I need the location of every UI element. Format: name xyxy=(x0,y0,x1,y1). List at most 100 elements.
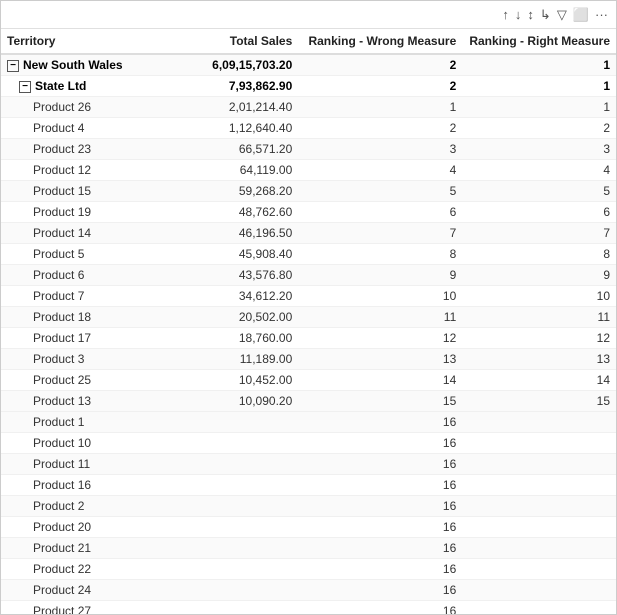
header-territory[interactable]: Territory xyxy=(1,29,165,54)
table-row: Product 18 20,502.00 11 11 xyxy=(1,307,616,328)
rank-right-cell xyxy=(462,517,616,538)
rank-right-cell: 13 xyxy=(462,349,616,370)
rank-right-cell: 14 xyxy=(462,370,616,391)
sales-cell: 48,762.60 xyxy=(165,202,298,223)
sales-cell xyxy=(165,412,298,433)
table-row: Product 19 48,762.60 6 6 xyxy=(1,202,616,223)
rank-wrong-cell: 16 xyxy=(298,580,462,601)
filter-icon[interactable]: ▽ xyxy=(557,7,567,23)
collapse-icon[interactable]: − xyxy=(7,60,19,72)
table-row: Product 4 1,12,640.40 2 2 xyxy=(1,118,616,139)
rank-right-cell xyxy=(462,559,616,580)
rank-wrong-cell: 12 xyxy=(298,328,462,349)
rank-right-cell: 1 xyxy=(462,97,616,118)
product-name-cell: Product 5 xyxy=(1,244,165,265)
table-row: Product 27 16 xyxy=(1,601,616,615)
product-name-cell: Product 12 xyxy=(1,160,165,181)
sales-cell: 20,502.00 xyxy=(165,307,298,328)
sales-cell: 10,452.00 xyxy=(165,370,298,391)
sales-cell xyxy=(165,601,298,615)
product-name-cell: Product 14 xyxy=(1,223,165,244)
rank-right-cell: 1 xyxy=(462,76,616,97)
rank-wrong-cell: 15 xyxy=(298,391,462,412)
table-wrapper[interactable]: Territory Total Sales Ranking - Wrong Me… xyxy=(1,29,616,614)
rank-wrong-cell: 13 xyxy=(298,349,462,370)
row-state-ltd: −State Ltd 7,93,862.90 2 1 xyxy=(1,76,616,97)
sales-cell: 43,576.80 xyxy=(165,265,298,286)
tooltip: 10,090.20 xyxy=(176,412,245,413)
rank-wrong-cell: 16 xyxy=(298,601,462,615)
rank-wrong-cell: 7 xyxy=(298,223,462,244)
sales-cell: 2,01,214.40 xyxy=(165,97,298,118)
rank-wrong-cell: 16 xyxy=(298,517,462,538)
hierarchy-icon[interactable]: ↳ xyxy=(540,7,551,23)
product-name-cell: Product 18 xyxy=(1,307,165,328)
header-ranking-right[interactable]: Ranking - Right Measure xyxy=(462,29,616,54)
rank-right-cell xyxy=(462,412,616,433)
sales-cell xyxy=(165,475,298,496)
table-row: Product 12 64,119.00 4 4 xyxy=(1,160,616,181)
sales-cell xyxy=(165,580,298,601)
rank-right-cell xyxy=(462,433,616,454)
table-row: Product 11 16 xyxy=(1,454,616,475)
table-row: Product 6 43,576.80 9 9 xyxy=(1,265,616,286)
rank-wrong-cell: 9 xyxy=(298,265,462,286)
product-name-cell: Product 22 xyxy=(1,559,165,580)
sales-cell: 34,612.20 xyxy=(165,286,298,307)
rank-right-cell xyxy=(462,601,616,615)
toolbar: ↑ ↓ ↕ ↳ ▽ ⬜ ··· xyxy=(1,1,616,29)
product-name-cell: Product 13 xyxy=(1,391,165,412)
rank-right-cell: 8 xyxy=(462,244,616,265)
rank-wrong-cell: 16 xyxy=(298,538,462,559)
product-name-cell: Product 7 xyxy=(1,286,165,307)
sort-asc-icon[interactable]: ↑ xyxy=(502,7,509,22)
sales-cell xyxy=(165,454,298,475)
table-row: Product 3 11,189.00 13 13 xyxy=(1,349,616,370)
product-name-cell: Product 25 xyxy=(1,370,165,391)
table-row: Product 13 10,090.20 15 15 xyxy=(1,391,616,412)
table-row: Product 17 18,760.00 12 12 xyxy=(1,328,616,349)
rank-wrong-cell: 16 xyxy=(298,454,462,475)
rank-right-cell xyxy=(462,496,616,517)
table-row: Product 2 16 xyxy=(1,496,616,517)
table-row: Product 1 16 xyxy=(1,412,616,433)
rank-right-cell xyxy=(462,475,616,496)
data-table: Territory Total Sales Ranking - Wrong Me… xyxy=(1,29,616,614)
table-row: Product 10 16 xyxy=(1,433,616,454)
product-name-cell: Product 21 xyxy=(1,538,165,559)
sort-both-icon[interactable]: ↕ xyxy=(527,7,534,22)
rank-wrong-cell: 10 xyxy=(298,286,462,307)
table-row: Product 20 16 xyxy=(1,517,616,538)
rank-right-cell: 9 xyxy=(462,265,616,286)
rank-right-cell: 5 xyxy=(462,181,616,202)
product-name-cell: Product 2 xyxy=(1,496,165,517)
rank-right-cell xyxy=(462,580,616,601)
header-total-sales[interactable]: Total Sales xyxy=(165,29,298,54)
rank-wrong-cell: 1 xyxy=(298,97,462,118)
tooltip-row: 10,090.20 xyxy=(1,412,616,413)
table-row: Product 14 46,196.50 7 7 xyxy=(1,223,616,244)
rank-wrong-cell: 11 xyxy=(298,307,462,328)
rank-right-cell: 15 xyxy=(462,391,616,412)
sales-cell: 11,189.00 xyxy=(165,349,298,370)
table-row: Product 22 16 xyxy=(1,559,616,580)
header-row: Territory Total Sales Ranking - Wrong Me… xyxy=(1,29,616,54)
product-name-cell: Product 24 xyxy=(1,580,165,601)
table-row: Product 26 2,01,214.40 1 1 xyxy=(1,97,616,118)
sales-cell xyxy=(165,559,298,580)
sales-cell: 64,119.00 xyxy=(165,160,298,181)
rank-wrong-cell: 16 xyxy=(298,433,462,454)
more-icon[interactable]: ··· xyxy=(595,7,608,22)
header-ranking-wrong[interactable]: Ranking - Wrong Measure xyxy=(298,29,462,54)
product-name-cell: Product 27 xyxy=(1,601,165,615)
sort-desc-icon[interactable]: ↓ xyxy=(515,7,522,22)
collapse-icon[interactable]: − xyxy=(19,81,31,93)
rank-wrong-cell: 16 xyxy=(298,496,462,517)
rank-wrong-cell: 3 xyxy=(298,139,462,160)
row-nsw: −New South Wales 6,09,15,703.20 2 1 xyxy=(1,54,616,76)
rank-right-cell: 2 xyxy=(462,118,616,139)
sales-cell: 45,908.40 xyxy=(165,244,298,265)
expand-icon[interactable]: ⬜ xyxy=(573,7,589,23)
rank-wrong-cell: 6 xyxy=(298,202,462,223)
product-name-cell: Product 23 xyxy=(1,139,165,160)
